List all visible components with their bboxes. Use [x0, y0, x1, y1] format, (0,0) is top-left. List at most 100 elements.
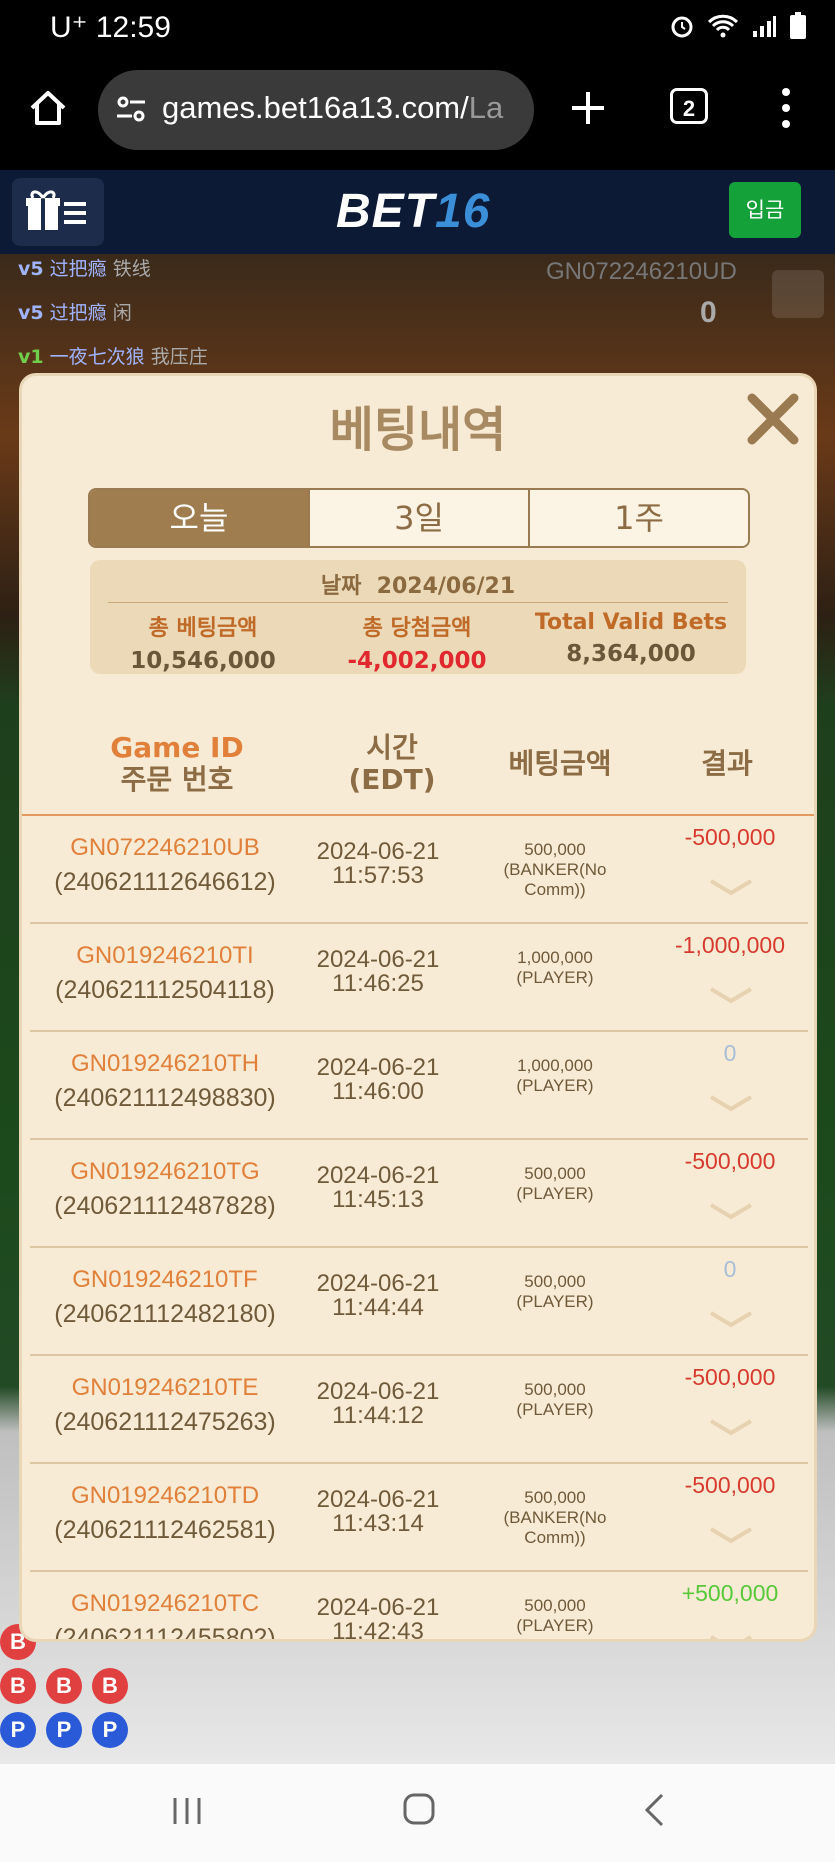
bet-amount-cell: 500,000 (PLAYER): [470, 1596, 640, 1636]
bet-amount: 500,000: [524, 840, 586, 859]
chevron-down-icon[interactable]: [708, 986, 754, 1004]
result-value: 0: [723, 1040, 737, 1066]
game-id-cell: GN019246210TI (240621112504118): [30, 942, 300, 1005]
time-cell: 2024-06-21 11:44:44: [282, 1272, 474, 1320]
valid-bets-value: 8,364,000: [566, 641, 696, 667]
site-header: BET16 입금: [0, 170, 835, 254]
order-number: (240621112455802): [54, 1624, 276, 1639]
game-id-cell: GN019246210TF (240621112482180): [30, 1266, 300, 1329]
game-id: GN019246210TC: [70, 1590, 260, 1617]
bet-time: 11:57:53: [332, 862, 424, 889]
logo-text: BET: [336, 185, 435, 238]
header-time: 시간 (EDT): [322, 732, 462, 796]
table-row[interactable]: GN019246210TE (240621112475263) 2024-06-21…: [30, 1356, 808, 1464]
game-menu-icon[interactable]: [772, 270, 824, 318]
bet-type: (PLAYER): [516, 968, 594, 987]
table-row[interactable]: GN019246210TI (240621112504118) 2024-06-21…: [30, 924, 808, 1032]
chat-user: 一夜七次狼: [49, 346, 145, 368]
order-number: (240621112487828): [54, 1192, 276, 1220]
logo-number: 16: [435, 185, 491, 238]
game-id: GN072246210UB: [70, 834, 260, 861]
tab-count-button[interactable]: 2: [670, 88, 708, 124]
bet-time: 11:44:44: [332, 1294, 424, 1321]
carrier-time: U⁺ 12:59: [50, 11, 171, 44]
bet-type: (PLAYER): [516, 1400, 594, 1419]
bet-type: (PLAYER): [516, 1076, 594, 1095]
table-row[interactable]: GN019246210TG (240621112487828) 2024-06-21…: [30, 1140, 808, 1248]
url-main: games.bet16a13.com/: [162, 90, 469, 125]
tab-1week[interactable]: 1주: [528, 490, 748, 546]
chat-message: 铁线: [112, 258, 151, 280]
home-icon[interactable]: [28, 88, 68, 128]
bet-type-cont: Comm)): [524, 1528, 586, 1547]
game-id-cell: GN019246210TC (240621112455802): [30, 1590, 300, 1639]
bead-banker: B: [0, 1668, 36, 1704]
table-row[interactable]: GN019246210TH (240621112498830) 2024-06-21…: [30, 1032, 808, 1140]
system-nav-bar: [0, 1764, 835, 1862]
chevron-down-icon[interactable]: [708, 1202, 754, 1220]
bet-date: 2024-06-21: [316, 838, 440, 865]
bet-amount-cell: 500,000 (PLAYER): [470, 1272, 640, 1312]
total-bet-value: 10,546,000: [130, 648, 276, 674]
chevron-down-icon[interactable]: [708, 1310, 754, 1328]
bet-history-list: GN072246210UB (240621112646612) 2024-06-21…: [30, 816, 808, 1639]
bet-amount: 500,000: [524, 1380, 586, 1399]
result-value: -500,000: [684, 1364, 776, 1390]
table-row[interactable]: GN019246210TD (240621112462581) 2024-06-21…: [30, 1464, 808, 1572]
order-number: (240621112482180): [54, 1300, 276, 1328]
chevron-down-icon[interactable]: [708, 1418, 754, 1436]
header-time-label: 시간: [366, 731, 418, 764]
table-row[interactable]: GN072246210UB (240621112646612) 2024-06-21…: [30, 816, 808, 924]
result-value: -500,000: [684, 1472, 776, 1498]
home-nav-icon[interactable]: [402, 1792, 436, 1830]
time-cell: 2024-06-21 11:45:13: [282, 1164, 474, 1212]
chat-level: v1: [18, 346, 44, 368]
header-game-id-label: Game ID: [110, 731, 244, 764]
order-number: (240621112504118): [55, 976, 275, 1004]
tab-today[interactable]: 오늘: [90, 490, 308, 546]
deposit-button[interactable]: 입금: [729, 182, 801, 238]
new-tab-plus-icon[interactable]: [568, 88, 608, 128]
result-value: -500,000: [684, 1148, 776, 1174]
bet-date: 2024-06-21: [316, 1378, 440, 1405]
recent-apps-icon[interactable]: [170, 1794, 204, 1832]
game-id: GN019246210TH: [70, 1050, 260, 1077]
gift-menu-button[interactable]: [12, 178, 104, 246]
gift-icon: [26, 190, 86, 230]
site-settings-icon[interactable]: [114, 92, 148, 126]
close-icon[interactable]: [744, 390, 802, 448]
back-nav-icon[interactable]: [640, 1792, 670, 1832]
table-row[interactable]: GN019246210TF (240621112482180) 2024-06-21…: [30, 1248, 808, 1356]
url-text: games.bet16a13.com/La: [162, 90, 503, 126]
chevron-down-icon[interactable]: [708, 1526, 754, 1544]
order-number: (240621112475263): [54, 1408, 276, 1436]
chat-user: 过把瘾: [49, 302, 107, 324]
chat-user: 过把瘾: [49, 258, 107, 280]
chat-line: v5 过把瘾 闲: [18, 298, 132, 325]
bet-type: (PLAYER): [516, 1184, 594, 1203]
bet-date: 2024-06-21: [316, 946, 440, 973]
tab-3days[interactable]: 3일: [308, 490, 528, 546]
result-value: -500,000: [684, 824, 776, 850]
table-row[interactable]: GN019246210TC (240621112455802) 2024-06-21…: [30, 1572, 808, 1639]
address-bar[interactable]: games.bet16a13.com/La: [98, 70, 534, 150]
order-number: (240621112462581): [54, 1516, 276, 1544]
coin-count: 0: [700, 296, 717, 329]
period-tabs: 오늘 3일 1주: [88, 488, 750, 548]
site-logo[interactable]: BET16: [336, 184, 490, 239]
chevron-down-icon[interactable]: [708, 878, 754, 896]
modal-title: 베팅내역: [329, 402, 507, 458]
header-order-label: 주문 번호: [120, 763, 234, 796]
chevron-down-icon[interactable]: [708, 1094, 754, 1112]
chevron-down-icon[interactable]: [708, 1634, 754, 1639]
more-menu-icon[interactable]: [776, 84, 796, 132]
result-value: -1,000,000: [675, 932, 785, 958]
game-id: GN019246210TE: [71, 1374, 259, 1401]
bet-date: 2024-06-21: [316, 1054, 440, 1081]
bet-date: 2024-06-21: [316, 1162, 440, 1189]
signal-icon: [751, 13, 777, 43]
total-bet-column: 총 베팅금액 10,546,000: [98, 610, 308, 674]
time-cell: 2024-06-21 11:42:43: [282, 1596, 474, 1640]
time-cell: 2024-06-21 11:43:14: [282, 1488, 474, 1536]
header-game-id: Game ID 주문 번호: [52, 732, 302, 796]
